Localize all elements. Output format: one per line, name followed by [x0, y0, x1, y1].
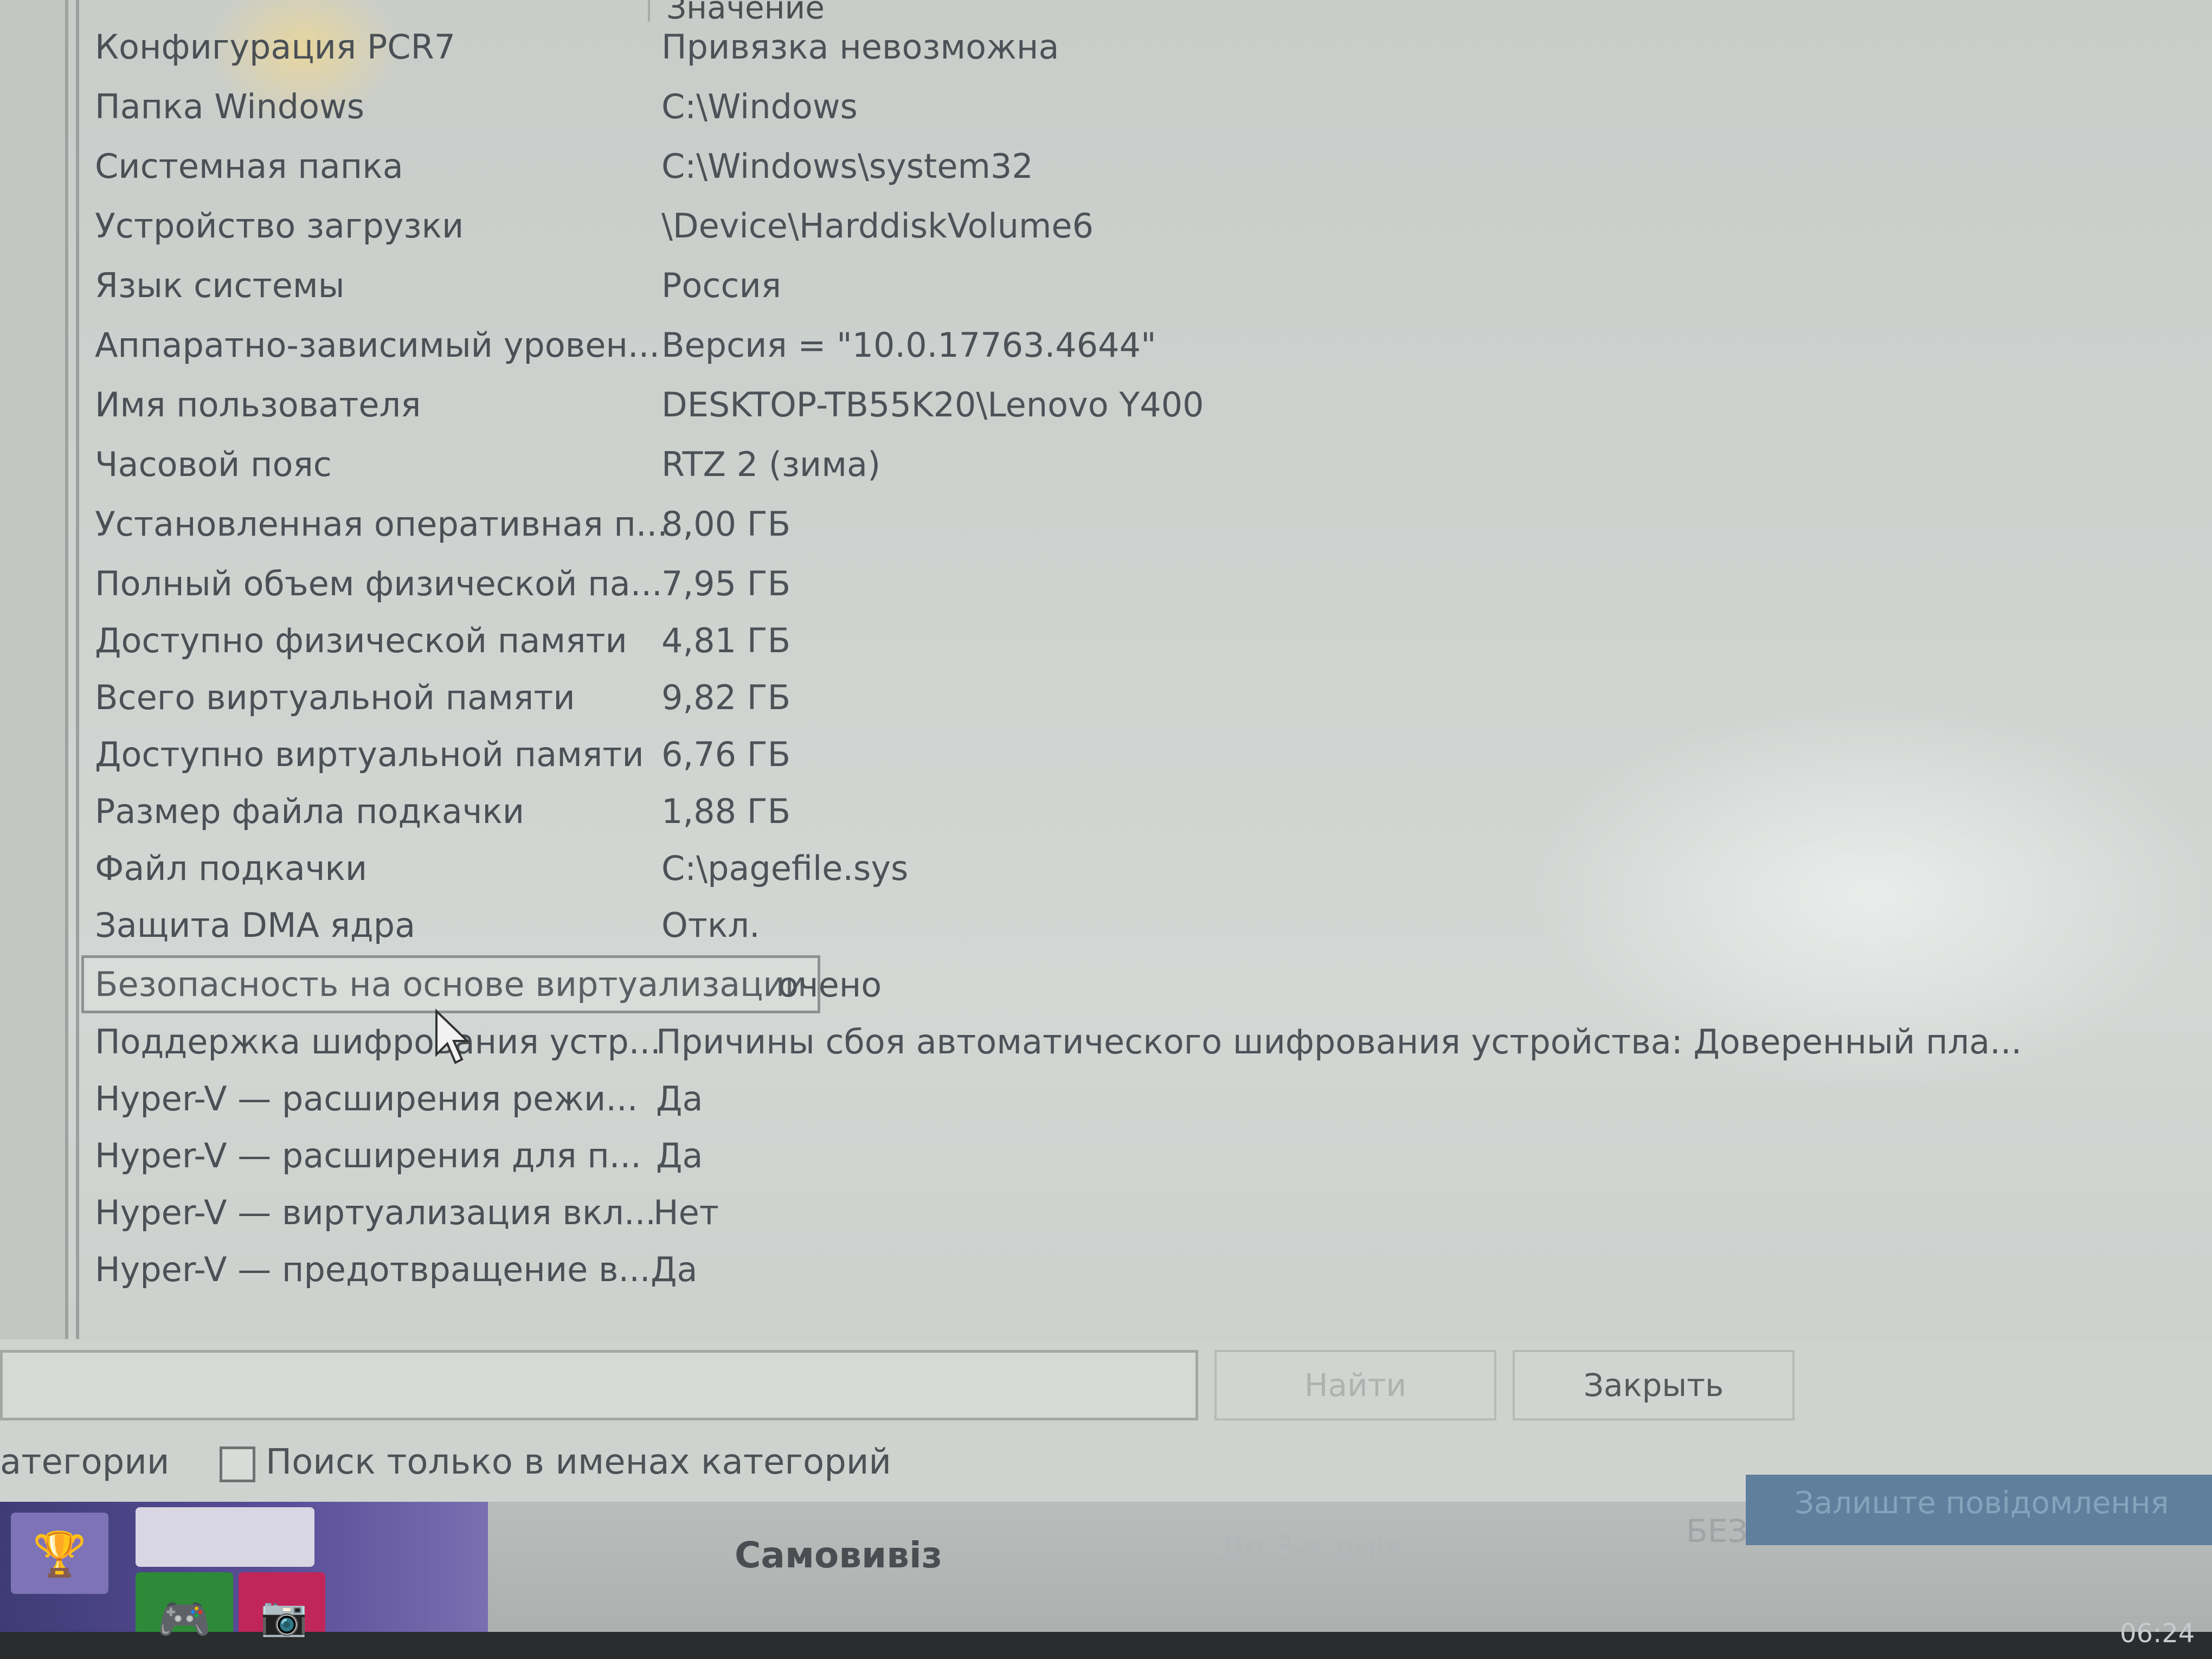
item-value: Откл.	[661, 905, 760, 945]
gamepad-icon: 🎮	[157, 1594, 211, 1644]
list-item[interactable]: Hyper-V — предотвращение в... Да	[0, 1250, 2006, 1304]
item-name: Размер файла подкачки	[95, 792, 525, 831]
item-name: Имя пользователя	[95, 385, 421, 425]
item-name: Всего виртуальной памяти	[95, 678, 575, 717]
item-value: DESKTOP-TB55K20\Lenovo Y400	[661, 385, 1204, 425]
item-value: \Device\HarddiskVolume6	[661, 206, 1094, 246]
item-value: 1,88 ГБ	[661, 792, 791, 831]
list-item[interactable]: Размер файла подкачки 1,88 ГБ	[0, 792, 2006, 846]
list-item[interactable]: Hyper-V — расширения для п... Да	[0, 1136, 2006, 1190]
item-value: C:\Windows\system32	[661, 146, 1033, 186]
item-name: Язык системы	[95, 266, 345, 305]
find-button[interactable]: Найти	[1214, 1350, 1496, 1420]
list-item[interactable]: Поддержка шифрования устр... Причины сбо…	[0, 1022, 2022, 1076]
item-value: очено	[778, 965, 882, 1005]
item-name: Файл подкачки	[95, 848, 368, 888]
item-value: 8,00 ГБ	[661, 504, 791, 544]
taskbar	[0, 1632, 2212, 1659]
item-value: 9,82 ГБ	[661, 678, 791, 717]
categories-label: атегории	[0, 1442, 170, 1482]
list-item[interactable]: Конфигурация PCR7 Привязка невозможна	[0, 27, 2006, 81]
item-name: Hyper-V — расширения для п...	[95, 1136, 641, 1175]
list-item[interactable]: Доступно виртуальной памяти 6,76 ГБ	[0, 735, 2006, 789]
item-value: RTZ 2 (зима)	[661, 445, 881, 484]
item-value: Причины сбоя автоматического шифрования …	[656, 1022, 2022, 1062]
item-name: Установленная оперативная п...	[95, 504, 668, 544]
list-item[interactable]: Защита DMA ядра Откл.	[0, 905, 2006, 960]
item-value: Версия = "10.0.17763.4644"	[661, 325, 1156, 365]
tile-photo[interactable]	[136, 1507, 314, 1567]
item-name: Hyper-V — предотвращение в...	[95, 1250, 651, 1289]
pickup-label: Самовивіз	[735, 1534, 943, 1576]
free-label: БЕЗ	[1686, 1513, 1748, 1549]
item-name: Защита DMA ядра	[95, 905, 416, 945]
value-column-header[interactable]: Значение	[648, 0, 1897, 26]
item-name: Доступно виртуальной памяти	[95, 735, 644, 774]
item-value: C:\pagefile.sys	[661, 848, 909, 888]
item-name: Аппаратно-зависимый уровен...	[95, 325, 660, 365]
item-name: Поддержка шифрования устр...	[95, 1022, 661, 1062]
item-value: Нет	[653, 1193, 719, 1232]
list-item[interactable]: Доступно физической памяти 4,81 ГБ	[0, 621, 2006, 675]
list-item[interactable]: Устройство загрузки \Device\HarddiskVolu…	[0, 206, 2006, 260]
item-value: Да	[656, 1079, 703, 1118]
item-value: Привязка невозможна	[661, 27, 1059, 67]
list-item[interactable]: Часовой пояс RTZ 2 (зима)	[0, 445, 2006, 499]
item-name: Устройство загрузки	[95, 206, 464, 246]
item-name: Hyper-V — виртуализация вкл...	[95, 1193, 657, 1232]
leave-message-label: Залиште повідомлення	[1795, 1486, 2169, 1521]
list-item[interactable]: Файл подкачки C:\pagefile.sys	[0, 848, 2006, 903]
list-item[interactable]: Установленная оперативная п... 8,00 ГБ	[0, 504, 2006, 558]
item-name: Доступно физической памяти	[95, 621, 627, 660]
list-item[interactable]: Язык системы Россия	[0, 266, 2006, 320]
mouse-cursor-icon	[435, 1008, 470, 1064]
item-value: 4,81 ГБ	[661, 621, 791, 660]
category-names-only-label[interactable]: Поиск только в именах категорий	[266, 1442, 891, 1482]
list-item[interactable]: Полный объем физической па... 7,95 ГБ	[0, 564, 2006, 618]
value-column-label: Значение	[666, 0, 825, 26]
item-value: Да	[656, 1136, 703, 1175]
list-item[interactable]: Hyper-V — виртуализация вкл... Нет	[0, 1193, 2006, 1247]
item-name: Системная папка	[95, 146, 403, 186]
trophy-icon: 🏆	[33, 1529, 87, 1579]
item-value: 7,95 ГБ	[661, 564, 791, 603]
item-value: C:\Windows	[661, 87, 858, 126]
list-item[interactable]: Имя пользователя DESKTOP-TB55K20\Lenovo …	[0, 385, 2006, 439]
item-value: 6,76 ГБ	[661, 735, 791, 774]
list-item[interactable]: Hyper-V — расширения режи... Да	[0, 1079, 2006, 1133]
list-item[interactable]: Аппаратно-зависимый уровен... Версия = "…	[0, 325, 2006, 380]
category-names-only-checkbox[interactable]	[220, 1446, 255, 1482]
item-name: Hyper-V — расширения режи...	[95, 1079, 638, 1118]
item-name: Полный объем физической па...	[95, 564, 663, 603]
close-button[interactable]: Закрыть	[1513, 1350, 1795, 1420]
list-item[interactable]: Системная папка C:\Windows\system32	[0, 146, 2006, 201]
delivery-label: До 3-х днів	[1220, 1529, 1404, 1566]
item-name: Папка Windows	[95, 87, 365, 126]
taskbar-clock[interactable]: 06:24	[2120, 1618, 2195, 1649]
item-name: Часовой пояс	[95, 445, 332, 484]
list-item[interactable]: Всего виртуальной памяти 9,82 ГБ	[0, 678, 2006, 732]
search-input[interactable]	[0, 1350, 1198, 1420]
list-item[interactable]: Папка Windows C:\Windows	[0, 87, 2006, 141]
item-value: Да	[651, 1250, 698, 1289]
item-name: Безопасность на основе виртуализации	[81, 955, 820, 1013]
camera-icon: 📷	[260, 1594, 308, 1638]
item-name: Конфигурация PCR7	[95, 27, 456, 67]
leave-message-widget[interactable]: Залиште повідомлення	[1746, 1475, 2212, 1545]
list-item-selected[interactable]: Безопасность на основе виртуализации оче…	[0, 955, 2006, 1019]
item-value: Россия	[661, 266, 782, 305]
